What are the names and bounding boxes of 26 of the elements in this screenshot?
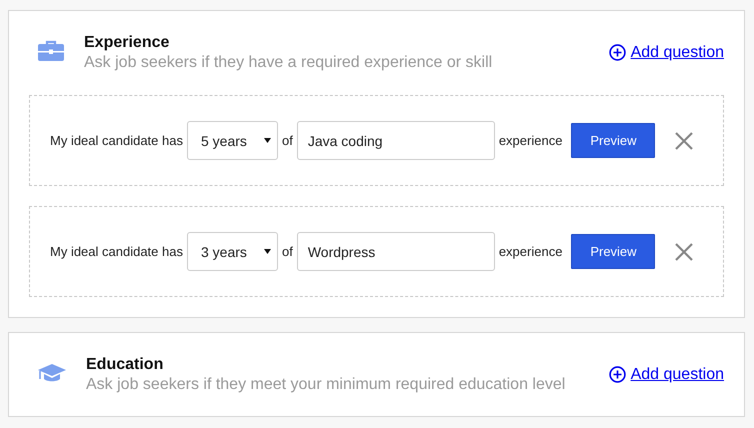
briefcase-icon [37, 40, 65, 62]
duration-dropdown[interactable]: 5 years [186, 121, 278, 160]
graduation-cap-icon [37, 362, 67, 384]
of-label: of [282, 244, 293, 259]
experience-label: experience [498, 244, 562, 259]
dropdown-caret-icon [264, 249, 271, 254]
add-question-link[interactable]: Add question [608, 366, 724, 384]
question-prefix: My ideal candidate has [50, 244, 183, 259]
plus-circle-icon [608, 44, 626, 61]
plus-circle-icon [608, 366, 626, 383]
skill-input-field[interactable]: Wordpress [296, 232, 495, 271]
skill-input-field[interactable]: Java coding [296, 121, 495, 160]
preview-button[interactable]: Preview [571, 123, 656, 158]
dropdown-caret-icon [264, 138, 271, 143]
experience-label: experience [498, 133, 562, 148]
question-prefix: My ideal candidate has [50, 133, 183, 148]
close-icon[interactable] [674, 130, 694, 150]
section-title: Education [86, 356, 164, 374]
duration-dropdown[interactable]: 3 years [186, 232, 278, 271]
section-subtitle: Ask job seekers if they have a required experience or skill [84, 54, 494, 72]
of-label: of [282, 133, 293, 148]
section-title: Experience [84, 34, 170, 52]
section-subtitle: Ask job seekers if they meet your minimum required education level [86, 376, 566, 394]
preview-button[interactable]: Preview [571, 234, 656, 269]
add-question-link[interactable]: Add question [608, 44, 724, 62]
close-icon[interactable] [674, 242, 694, 262]
